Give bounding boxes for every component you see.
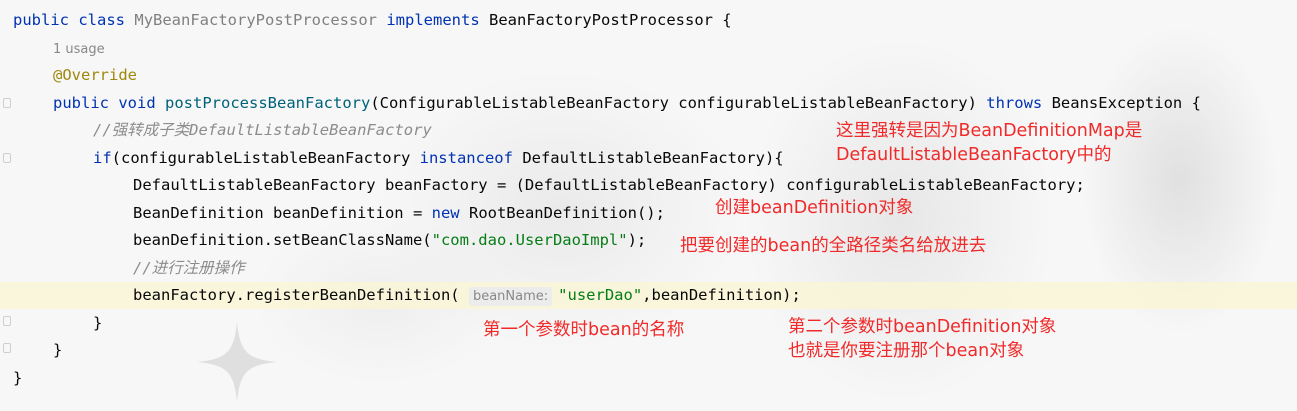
annotation-note-set-classname: 把要创建的bean的全路径类名给放进去	[680, 236, 987, 256]
code-closing-brace: }	[13, 369, 23, 387]
fold-marker-icon[interactable]	[3, 98, 11, 108]
annotation-note-create-definition: 创建beanDefinition对象	[715, 198, 914, 218]
fold-marker-icon[interactable]	[3, 316, 11, 326]
code-line-class-declaration: public class MyBeanFactoryPostProcessor …	[13, 11, 732, 29]
editor-gutter	[0, 0, 12, 411]
usage-hint[interactable]: 1 usage	[13, 35, 105, 62]
annotation-note-first-param: 第一个参数时bean的名称	[483, 320, 685, 340]
parameter-hint: beanName:	[468, 287, 553, 306]
code-line-cast: DefaultListableBeanFactory beanFactory =…	[133, 176, 1085, 194]
code-line-method-signature: public void postProcessBeanFactory(Confi…	[53, 94, 1201, 112]
fold-marker-icon[interactable]	[3, 343, 11, 353]
code-closing-brace: }	[53, 341, 63, 359]
code-line-override: @Override	[53, 66, 137, 84]
code-line-set-classname: beanDefinition.setBeanClassName("com.dao…	[133, 231, 647, 249]
fold-marker-icon[interactable]	[3, 153, 11, 163]
sparkle-decoration-icon	[197, 322, 277, 402]
annotation-note-second-param: 第二个参数时beanDefinition对象 也就是你要注册那个bean对象	[788, 317, 1057, 361]
code-line-new-definition: BeanDefinition beanDefinition = new Root…	[133, 204, 665, 222]
annotation-note-cast-reason: 这里强转是因为BeanDefinitionMap是 DefaultListabl…	[836, 121, 1143, 165]
code-line-if: if(configurableListableBeanFactory insta…	[93, 149, 784, 167]
code-comment-register: //进行注册操作	[133, 259, 245, 277]
code-line-register: beanFactory.registerBeanDefinition( bean…	[133, 286, 801, 306]
code-closing-brace: }	[93, 314, 103, 332]
code-comment-cast: //强转成子类DefaultListableBeanFactory	[93, 121, 432, 139]
